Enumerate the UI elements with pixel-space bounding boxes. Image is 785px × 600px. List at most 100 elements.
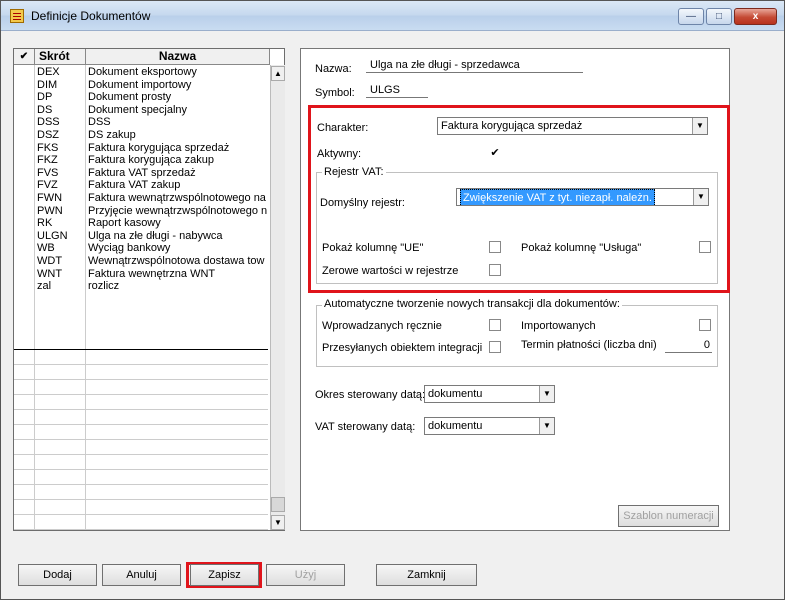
- table-row[interactable]: DEX Dokument eksportowy: [14, 66, 268, 79]
- title-bar: Definicje Dokumentów — □ x: [1, 1, 784, 31]
- empty-row: [14, 395, 268, 410]
- pokaz-usluga-checkbox[interactable]: [699, 241, 711, 253]
- name-label: Nazwa:: [315, 63, 352, 75]
- aktywny-checkbox[interactable]: ✔: [489, 147, 501, 159]
- okres-select[interactable]: dokumentu ▼: [424, 385, 555, 403]
- symbol-label: Symbol:: [315, 87, 355, 99]
- pokaz-ue-checkbox[interactable]: [489, 241, 501, 253]
- table-row[interactable]: WNT Faktura wewnętrzna WNT: [14, 268, 268, 281]
- table-row[interactable]: DSS DSS: [14, 116, 268, 129]
- row-name: Dokument prosty: [88, 91, 172, 104]
- vat-select[interactable]: dokumentu ▼: [424, 417, 555, 435]
- okres-label: Okres sterowany datą:: [315, 389, 426, 401]
- chevron-down-icon[interactable]: ▼: [539, 386, 554, 402]
- maximize-button[interactable]: □: [706, 8, 732, 25]
- code-column-header[interactable]: Skrót: [35, 49, 86, 65]
- dodaj-button[interactable]: Dodaj: [18, 564, 97, 586]
- okres-value: dokumentu: [428, 388, 483, 400]
- zamknij-button[interactable]: Zamknij: [376, 564, 477, 586]
- table-row[interactable]: FVS Faktura VAT sprzedaż: [14, 167, 268, 180]
- scroll-thumb[interactable]: [271, 497, 285, 512]
- empty-row: [14, 350, 268, 365]
- grid-scrollbar[interactable]: ▲ ▼: [270, 65, 285, 530]
- row-name: Faktura korygująca sprzedaż: [88, 141, 230, 154]
- scroll-down-arrow-icon[interactable]: ▼: [271, 515, 285, 530]
- symbol-field[interactable]: ULGS: [366, 83, 428, 98]
- close-button[interactable]: x: [734, 8, 777, 25]
- name-column-header[interactable]: Nazwa: [86, 49, 270, 65]
- scroll-up-arrow-icon[interactable]: ▲: [271, 66, 285, 81]
- row-code: PWN: [37, 204, 63, 217]
- chevron-down-icon[interactable]: ▼: [692, 118, 707, 134]
- name-field[interactable]: Ulga na złe długi - sprzedawca: [366, 58, 583, 73]
- minimize-button[interactable]: —: [678, 8, 704, 25]
- window-title: Definicje Dokumentów: [31, 9, 151, 23]
- charakter-value: Faktura korygująca sprzedaż: [441, 120, 583, 132]
- row-code: FWN: [37, 192, 63, 204]
- zerowe-checkbox[interactable]: [489, 264, 501, 276]
- table-row[interactable]: DIM Dokument importowy: [14, 79, 268, 92]
- empty-row: [14, 425, 268, 440]
- table-row[interactable]: ULGN Ulga na złe długi - nabywca: [14, 230, 268, 243]
- charakter-select[interactable]: Faktura korygująca sprzedaż ▼: [437, 117, 708, 135]
- empty-row: [14, 470, 268, 485]
- importowanych-label: Importowanych: [521, 320, 596, 332]
- wprowadzanych-label: Wprowadzanych ręcznie: [322, 320, 442, 332]
- table-row[interactable]: WB Wyciąg bankowy: [14, 242, 268, 255]
- row-code: WNT: [37, 267, 63, 280]
- wprowadzanych-checkbox[interactable]: [489, 319, 501, 331]
- aktywny-label: Aktywny:: [317, 148, 362, 160]
- table-row[interactable]: zal rozlicz: [14, 280, 268, 293]
- row-code: DS: [37, 103, 53, 116]
- szablon-numeracji-button[interactable]: Szablon numeracji: [618, 505, 719, 527]
- table-row[interactable]: FKS Faktura korygująca sprzedaż: [14, 142, 268, 155]
- przesylanych-checkbox[interactable]: [489, 341, 501, 353]
- table-row[interactable]: FVZ Faktura VAT zakup: [14, 179, 268, 192]
- row-code: FKS: [37, 141, 59, 154]
- uzyj-button[interactable]: Użyj: [266, 564, 345, 586]
- table-row[interactable]: DP Dokument prosty: [14, 91, 268, 104]
- empty-row: [14, 515, 268, 530]
- row-code: DEX: [37, 66, 60, 78]
- empty-row: [14, 440, 268, 455]
- table-row[interactable]: WDT Wewnątrzwspólnotowa dostawa tow: [14, 255, 268, 268]
- row-name: Przyjęcie wewnątrzwspólnotowego n: [88, 204, 268, 217]
- row-name: Wyciąg bankowy: [88, 242, 171, 255]
- main-window: Definicje Dokumentów — □ x ✔ Skrót Nazwa…: [0, 0, 785, 600]
- zerowe-label: Zerowe wartości w rejestrze: [322, 265, 459, 277]
- auto-transactions-group: [316, 305, 718, 367]
- row-code: FVZ: [37, 179, 58, 192]
- przesylanych-label: Przesyłanych obiektem integracji: [322, 342, 483, 354]
- domyslny-rejestr-label: Domyślny rejestr:: [320, 197, 405, 209]
- zapisz-button[interactable]: Zapisz: [190, 564, 259, 586]
- row-name: Faktura korygująca zakup: [88, 154, 214, 167]
- domyslny-rejestr-select[interactable]: Zwiększenie VAT z tyt. niezapł. należn. …: [456, 188, 709, 206]
- empty-row: [14, 410, 268, 425]
- anuluj-button[interactable]: Anuluj: [102, 564, 181, 586]
- table-row[interactable]: PWN Przyjęcie wewnątrzwspólnotowego n: [14, 205, 268, 218]
- row-name: Faktura VAT sprzedaż: [88, 166, 196, 179]
- row-code: DSZ: [37, 129, 59, 141]
- row-code: FKZ: [37, 154, 58, 167]
- row-name: DS zakup: [88, 129, 136, 141]
- row-name: DSS: [88, 116, 111, 129]
- chevron-down-icon[interactable]: ▼: [693, 189, 708, 205]
- check-column-header[interactable]: ✔: [14, 49, 35, 65]
- row-name: Faktura wewnątrzwspólnotowego na: [88, 192, 266, 204]
- documents-grid[interactable]: ✔ Skrót Nazwa DEX Dokument eksportowy DIM D…: [13, 48, 285, 531]
- row-name: Raport kasowy: [88, 217, 161, 230]
- pokaz-ue-label: Pokaż kolumnę "UE": [322, 242, 424, 254]
- table-row[interactable]: DS Dokument specjalny: [14, 104, 268, 117]
- vat-label: VAT sterowany datą:: [315, 421, 416, 433]
- table-row[interactable]: DSZ DS zakup: [14, 129, 268, 142]
- importowanych-checkbox[interactable]: [699, 319, 711, 331]
- row-name: Wewnątrzwspólnotowa dostawa tow: [88, 255, 265, 267]
- row-code: DIM: [37, 78, 58, 91]
- termin-field[interactable]: 0: [665, 338, 712, 353]
- table-row[interactable]: FWN Faktura wewnątrzwspólnotowego na: [14, 192, 268, 205]
- vat-value: dokumentu: [428, 420, 483, 432]
- row-name: Faktura VAT zakup: [88, 179, 181, 192]
- table-row[interactable]: RK Raport kasowy: [14, 217, 268, 230]
- chevron-down-icon[interactable]: ▼: [539, 418, 554, 434]
- table-row[interactable]: FKZ Faktura korygująca zakup: [14, 154, 268, 167]
